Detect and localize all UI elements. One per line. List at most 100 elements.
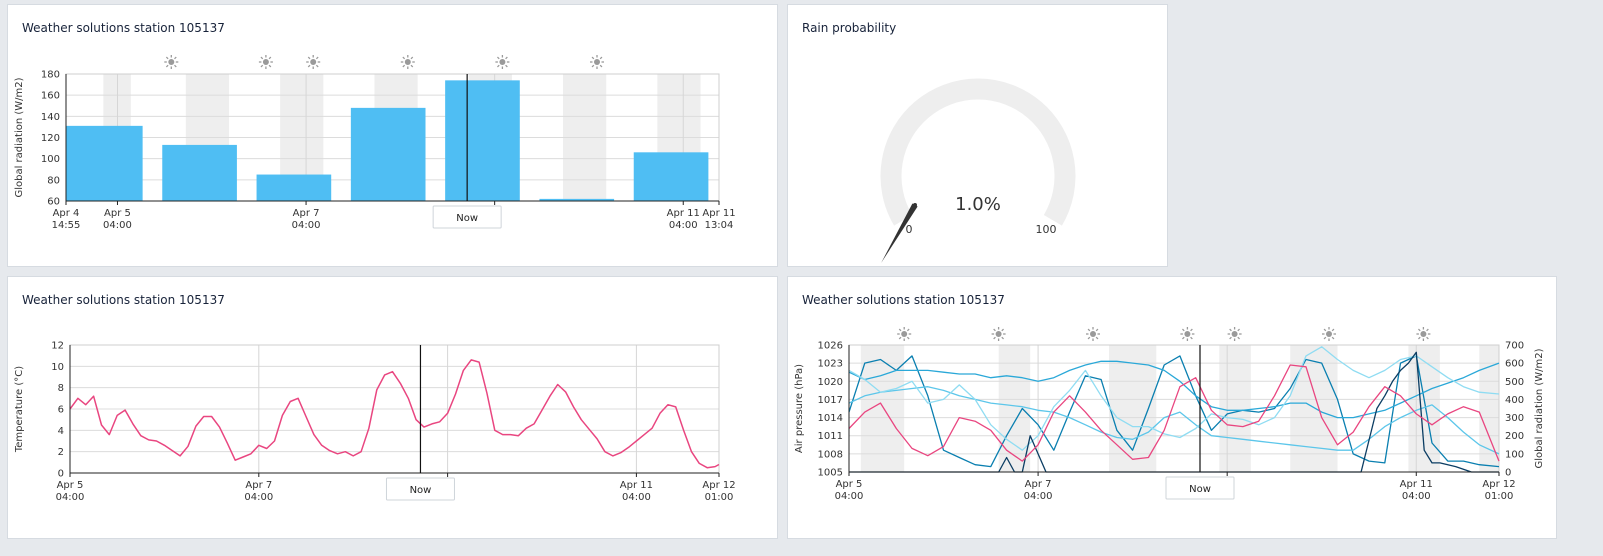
sun-ray (898, 336, 902, 340)
moon-icon (213, 55, 221, 69)
plot-frame (848, 344, 1500, 473)
sun-ray (1001, 328, 1005, 332)
x-tick-label: Apr 7 (1025, 479, 1052, 490)
sun-ray (898, 328, 902, 332)
sun-core (995, 331, 1002, 337)
sun-core (594, 59, 600, 65)
y2-tick-label: 700 (1505, 341, 1524, 352)
moon-icon (450, 55, 458, 69)
y-tick-label: 4 (58, 426, 64, 437)
x-tick-label: Apr 5 (836, 479, 863, 490)
sun-ray (599, 64, 603, 68)
y-tick-label: 140 (41, 112, 60, 123)
moon-shape (119, 55, 126, 69)
bar (66, 125, 143, 201)
sun-ray (496, 56, 500, 60)
moon-shape (1371, 327, 1379, 341)
y2-tick-label: 300 (1505, 413, 1524, 424)
x-tick-label: 04:00 (835, 491, 864, 502)
sun-ray (591, 64, 595, 68)
y-tick-label: 1017 (818, 395, 843, 406)
sun-icon (1416, 327, 1431, 341)
gauge-pivot (913, 203, 917, 207)
night-band (860, 345, 905, 472)
y2-axis-label: Global radiation (W/m2) (1534, 348, 1545, 468)
x-tick-label: 04:00 (1024, 491, 1053, 502)
night-band (1408, 345, 1440, 472)
y-tick-label: 1023 (818, 359, 843, 370)
moon-shape (852, 327, 859, 341)
radiation-chart[interactable]: 6080100120140160180Apr 414:55Apr 504:00A… (8, 5, 779, 268)
bar (633, 152, 709, 201)
y-tick-label: 6 (58, 405, 64, 416)
sun-icon (306, 55, 321, 69)
sun-icon (1322, 327, 1336, 341)
sun-core (901, 331, 908, 337)
x-tick-label: Apr 11 (702, 208, 735, 219)
sun-ray (260, 56, 264, 60)
moon-shape (544, 55, 552, 69)
night-band (1290, 345, 1338, 472)
y-tick-label: 100 (41, 154, 60, 165)
sun-icon (991, 327, 1006, 341)
temperature-chart[interactable]: 024681012Apr 504:00Apr 704:00Apr 1104:00… (8, 277, 779, 540)
moon-icon (1040, 327, 1048, 341)
y-tick-label: 12 (51, 341, 64, 352)
moon-icon (1276, 327, 1284, 341)
night-band (1109, 345, 1157, 472)
moon-shape (1465, 327, 1473, 341)
moon-shape (213, 55, 221, 69)
sun-icon (495, 55, 510, 69)
sun-core (310, 59, 317, 65)
sun-ray (1190, 336, 1193, 340)
sun-ray (1229, 336, 1232, 340)
y-tick-label: 1008 (818, 449, 843, 460)
sun-ray (410, 64, 414, 68)
sun-ray (1426, 336, 1429, 340)
sun-icon (590, 55, 604, 69)
sun-core (1420, 331, 1427, 337)
y-tick-label: 1011 (818, 431, 843, 442)
y-axis-label: Temperature (°C) (14, 366, 25, 453)
sun-ray (1331, 336, 1335, 340)
x-tick-label: 04:00 (669, 220, 698, 231)
moon-icon (119, 55, 126, 69)
y-tick-label: 2 (58, 447, 64, 458)
x-tick-label: 04:00 (292, 220, 321, 231)
sun-ray (993, 336, 996, 340)
sun-icon (1227, 327, 1242, 341)
bar (350, 107, 426, 201)
gauge-value: 1.0% (955, 194, 1001, 215)
sun-ray (1237, 328, 1241, 332)
x-tick-label: 13:04 (705, 220, 734, 231)
x-tick-label: 14:55 (52, 220, 81, 231)
sun-core (499, 59, 506, 65)
multi-sensor-chart[interactable]: 1005 1008 1011 1014 1017 1020 1023 1026 0 100 200 3… (788, 277, 1558, 540)
x-tick-label: 04:00 (1402, 491, 1431, 502)
rain-gauge: 1.0% 0 100 (880, 78, 1076, 263)
now-label: Now (456, 213, 478, 224)
moon-shape (1276, 327, 1284, 341)
y-tick-label: 8 (58, 383, 64, 394)
sun-ray (1229, 328, 1232, 332)
y-tick-label: 180 (41, 70, 60, 81)
x-tick-label: 04:00 (244, 492, 273, 503)
sun-ray (1095, 336, 1099, 340)
moon-icon (639, 55, 647, 69)
sun-icon (164, 55, 179, 69)
night-band (998, 345, 1031, 472)
sun-core (1231, 331, 1238, 337)
sun-ray (1095, 328, 1099, 332)
sun-core (404, 59, 411, 65)
y2-tick-label: 600 (1505, 359, 1524, 370)
sun-ray (1323, 328, 1327, 332)
sun-ray (307, 56, 311, 60)
sun-icon (258, 55, 273, 69)
sun-ray (315, 64, 319, 68)
y2-tick-label: 200 (1505, 431, 1524, 442)
sun-ray (1001, 336, 1005, 340)
now-label: Now (1189, 484, 1211, 495)
sun-ray (1323, 336, 1327, 340)
sun-ray (307, 64, 311, 68)
now-marker: Now (1165, 476, 1235, 500)
